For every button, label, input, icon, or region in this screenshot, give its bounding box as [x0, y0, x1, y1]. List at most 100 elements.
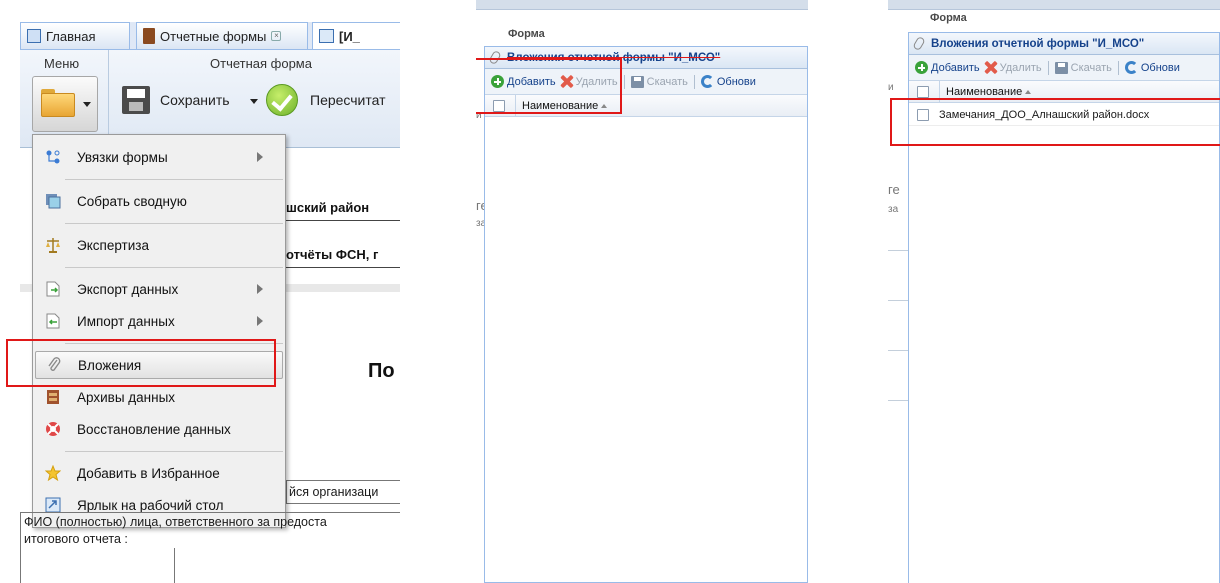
shortcut-icon: [45, 497, 61, 513]
divider: [888, 400, 908, 401]
menu-item-label: Импорт данных: [77, 313, 175, 329]
highlight-box: [6, 339, 276, 387]
group-bar: [888, 0, 1220, 10]
menu-item-import-data[interactable]: Импорт данных: [35, 307, 283, 335]
collect-icon: [45, 193, 61, 209]
save-icon[interactable]: [122, 86, 150, 114]
chevron-right-icon: [257, 284, 263, 294]
lifebuoy-icon: [45, 421, 61, 437]
menu-item-label: Восстановление данных: [77, 421, 231, 437]
close-icon[interactable]: ×: [271, 31, 282, 41]
divider: [888, 350, 908, 351]
refresh-label: Обнови: [1140, 61, 1180, 74]
menu-item-label: Собрать сводную: [77, 193, 187, 209]
background-fragment: ге: [888, 182, 900, 197]
recalculate-button[interactable]: Пересчитат: [310, 92, 386, 108]
chevron-down-icon: [83, 102, 91, 107]
toolbar-separator: [693, 74, 695, 89]
download-button[interactable]: Скачать: [1054, 61, 1112, 74]
org-text: йся организаци: [289, 485, 379, 499]
menu-item-label: Ярлык на рабочий стол: [77, 497, 224, 513]
paperclip-icon: [912, 35, 926, 52]
refresh-button[interactable]: Обнови: [700, 75, 756, 88]
tab-label: Главная: [46, 28, 96, 44]
star-icon: [44, 464, 62, 482]
menu-item-label: Добавить в Избранное: [77, 465, 220, 481]
menu-separator: [65, 179, 283, 180]
menu-separator: [65, 223, 283, 224]
chevron-right-icon: [257, 316, 263, 326]
tab-label: Отчетные формы: [160, 28, 267, 44]
download-label: Скачать: [646, 75, 688, 88]
select-all-checkbox[interactable]: [917, 85, 929, 98]
toolbar: Добавить Удалить Скачать Обнови: [909, 55, 1219, 81]
tab-bar: Главная Отчетные формы × [И_: [20, 22, 400, 50]
links-icon: [45, 149, 61, 165]
menu-item-add-favorites[interactable]: Добавить в Избранное: [35, 459, 283, 487]
highlight-box: [890, 98, 1220, 146]
toolbar-separator: [1117, 60, 1119, 75]
menu-item-label: Экспорт данных: [77, 281, 179, 297]
book-icon: [143, 28, 155, 44]
add-label: Добавить: [931, 61, 980, 74]
column-header-name[interactable]: Наименование: [946, 86, 1022, 98]
delete-icon: [984, 61, 997, 74]
divider: [888, 250, 908, 251]
save-icon: [1054, 61, 1068, 74]
divider: [888, 300, 908, 301]
divider: [286, 220, 400, 221]
tab-report-forms[interactable]: Отчетные формы ×: [136, 22, 308, 49]
menu-item-collect-summary[interactable]: Собрать сводную: [35, 187, 283, 215]
refresh-icon: [1124, 61, 1138, 74]
refresh-button[interactable]: Обнови: [1124, 61, 1180, 74]
menu-item-data-archives[interactable]: Архивы данных: [35, 383, 283, 411]
attachments-window-empty: Форма и ге за Вложения отчетной формы "И…: [476, 0, 808, 583]
attachments-window: Вложения отчетной формы "И_МСО" Добавить…: [484, 46, 808, 583]
org-field: йся организаци: [286, 480, 400, 504]
background-fragment: за: [888, 204, 899, 215]
menu-item-label: Экспертиза: [77, 237, 149, 253]
divider: [286, 267, 400, 268]
save-button[interactable]: Сохранить: [160, 92, 230, 108]
window-header: Вложения отчетной формы "И_МСО": [909, 33, 1219, 55]
menu-separator: [65, 451, 283, 452]
save-icon: [630, 75, 644, 88]
app-window-menu-screenshot: Главная Отчетные формы × [И_ Меню Отчетн…: [0, 0, 400, 583]
add-icon: [915, 61, 928, 74]
fio-label-line2: итогового отчета :: [24, 532, 128, 546]
chevron-right-icon: [257, 152, 263, 162]
archive-icon: [45, 389, 61, 405]
toolbar-separator: [623, 74, 625, 89]
tab-current-form[interactable]: [И_: [312, 22, 400, 49]
import-icon: [45, 313, 61, 329]
add-button[interactable]: Добавить: [915, 61, 980, 74]
delete-button[interactable]: Удалить: [984, 61, 1042, 74]
menu-item-restore-data[interactable]: Восстановление данных: [35, 415, 283, 443]
download-label: Скачать: [1070, 61, 1112, 74]
tab-home[interactable]: Главная: [20, 22, 130, 49]
check-icon[interactable]: [266, 84, 298, 116]
tab-label: [И_: [339, 28, 360, 44]
group-bar: [476, 0, 808, 10]
menu-button[interactable]: [32, 76, 98, 132]
home-icon: [27, 29, 41, 43]
responsible-person-field: ФИО (полностью) лица, ответственного за …: [20, 512, 400, 583]
dropdown-menu: Увязки формы Собрать сводную Экспертиза …: [32, 134, 286, 528]
delete-label: Удалить: [999, 61, 1042, 74]
menu-group-title: Меню: [44, 56, 80, 71]
folder-icon: [41, 89, 75, 117]
sort-asc-icon: [1025, 89, 1032, 94]
download-button[interactable]: Скачать: [630, 75, 688, 88]
form-icon: [319, 29, 334, 43]
form-group-title: Отчетная форма: [210, 56, 312, 71]
menu-item-export-data[interactable]: Экспорт данных: [35, 275, 283, 303]
menu-item-expertise[interactable]: Экспертиза: [35, 231, 283, 259]
window-title: Вложения отчетной формы "И_МСО": [931, 37, 1145, 50]
reports-text: отчёты ФСН, г: [286, 247, 379, 262]
menu-item-form-links[interactable]: Увязки формы: [35, 143, 283, 171]
menu-item-label: Архивы данных: [77, 389, 176, 405]
chevron-down-icon[interactable]: [250, 99, 258, 104]
export-icon: [45, 281, 61, 297]
menu-separator: [65, 267, 283, 268]
district-text: шский район: [286, 200, 370, 215]
